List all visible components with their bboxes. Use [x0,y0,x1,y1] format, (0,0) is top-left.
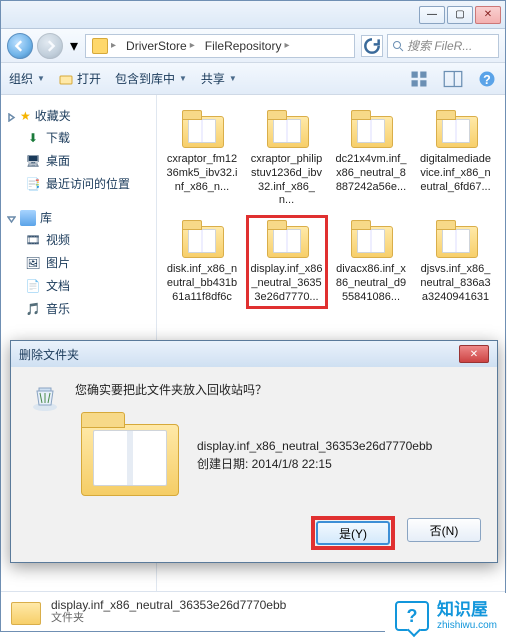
dialog-created: 创建日期: 2014/1/8 22:15 [197,455,432,473]
folder-item-selected[interactable]: display.inf_x86_neutral_36353e26d7770... [248,217,326,307]
titlebar: — ▢ ✕ [1,1,505,29]
dialog-close-button[interactable]: ✕ [459,345,489,363]
status-filename: display.inf_x86_neutral_36353e26d7770ebb [51,598,286,612]
toolbar: 组织▼ 打开 包含到库中▼ 共享▼ ? [1,63,505,95]
music-icon: 🎵 [25,301,41,317]
folder-item[interactable]: cxraptor_fm1236mk5_ibv32.inf_x86_n... [163,107,241,211]
open-icon [59,72,73,86]
star-icon: ★ [20,109,31,123]
folder-icon [11,599,41,625]
watermark-name: 知识屋 [437,601,497,620]
watermark-url: zhishiwu.com [437,620,497,631]
svg-text:?: ? [483,73,491,87]
picture-icon: 🖼 [25,255,41,271]
nav-history-dropdown[interactable]: ▾ [67,36,81,56]
maximize-button[interactable]: ▢ [447,6,473,24]
tree-documents[interactable]: 📄文档 [7,274,150,297]
share-menu[interactable]: 共享▼ [201,70,237,87]
download-icon: ⬇ [25,130,41,146]
tree-music[interactable]: 🎵音乐 [7,297,150,320]
open-button[interactable]: 打开 [59,70,101,87]
minimize-button[interactable]: — [419,6,445,24]
library-icon [20,210,36,226]
breadcrumb-seg[interactable]: DriverStore [126,39,187,53]
tree-pictures[interactable]: 🖼图片 [7,251,150,274]
watermark: ? 知识屋 zhishiwu.com [385,593,507,639]
search-placeholder: 搜索 FileR... [407,37,472,54]
folder-item[interactable]: digitalmediadevice.inf_x86_neutral_6fd67… [417,107,495,211]
back-button[interactable] [7,33,33,59]
dialog-titlebar: 删除文件夹 ✕ [11,341,497,367]
folder-preview-icon [75,410,185,500]
watermark-icon: ? [395,601,429,631]
desktop-icon: 🖥 [25,153,41,169]
folder-item[interactable]: djsvs.inf_x86_neutral_836a3a3240941631 [417,217,495,307]
view-options-button[interactable] [409,69,429,89]
tree-videos[interactable]: 🎞视频 [7,228,150,251]
breadcrumb[interactable]: ▸ DriverStore▸ FileRepository▸ [85,34,355,58]
tree-downloads[interactable]: ⬇下载 [7,126,150,149]
help-button[interactable]: ? [477,69,497,89]
folder-item[interactable]: cxraptor_philipstuv1236d_ibv32.inf_x86_n… [248,107,326,211]
search-input[interactable]: 搜索 FileR... [387,34,499,58]
document-icon: 📄 [25,278,41,294]
nav-bar: ▾ ▸ DriverStore▸ FileRepository▸ 搜索 File… [1,29,505,63]
delete-dialog: 删除文件夹 ✕ 您确实要把此文件夹放入回收站吗？ display.inf_x86… [10,340,498,563]
tree-recent[interactable]: 📑最近访问的位置 [7,172,150,195]
dialog-question: 您确实要把此文件夹放入回收站吗？ [75,381,479,398]
preview-pane-button[interactable] [443,69,463,89]
include-library-menu[interactable]: 包含到库中▼ [115,70,187,87]
no-button[interactable]: 否(N) [407,518,481,542]
recycle-icon [29,381,61,413]
forward-button[interactable] [37,33,63,59]
status-type: 文件夹 [51,612,286,625]
close-button[interactable]: ✕ [475,6,501,24]
organize-menu[interactable]: 组织▼ [9,70,45,87]
search-icon [392,40,404,52]
tree-desktop[interactable]: 🖥桌面 [7,149,150,172]
refresh-button[interactable] [361,35,383,57]
breadcrumb-seg[interactable]: FileRepository [205,39,282,53]
folder-icon [92,38,108,54]
favorites-group[interactable]: ★ 收藏夹 [7,105,150,126]
folder-item[interactable]: dc21x4vm.inf_x86_neutral_8887242a56e... [332,107,410,211]
yes-button[interactable]: 是(Y) [316,521,390,545]
dialog-filename: display.inf_x86_neutral_36353e26d7770ebb [197,437,432,455]
libraries-group[interactable]: 库 [7,207,150,228]
video-icon: 🎞 [25,232,41,248]
folder-item[interactable]: divacx86.inf_x86_neutral_d955841086... [332,217,410,307]
folder-item[interactable]: disk.inf_x86_neutral_bb431b61a11f8df6c [163,217,241,307]
recent-icon: 📑 [25,176,41,192]
dialog-title: 删除文件夹 [19,346,79,363]
